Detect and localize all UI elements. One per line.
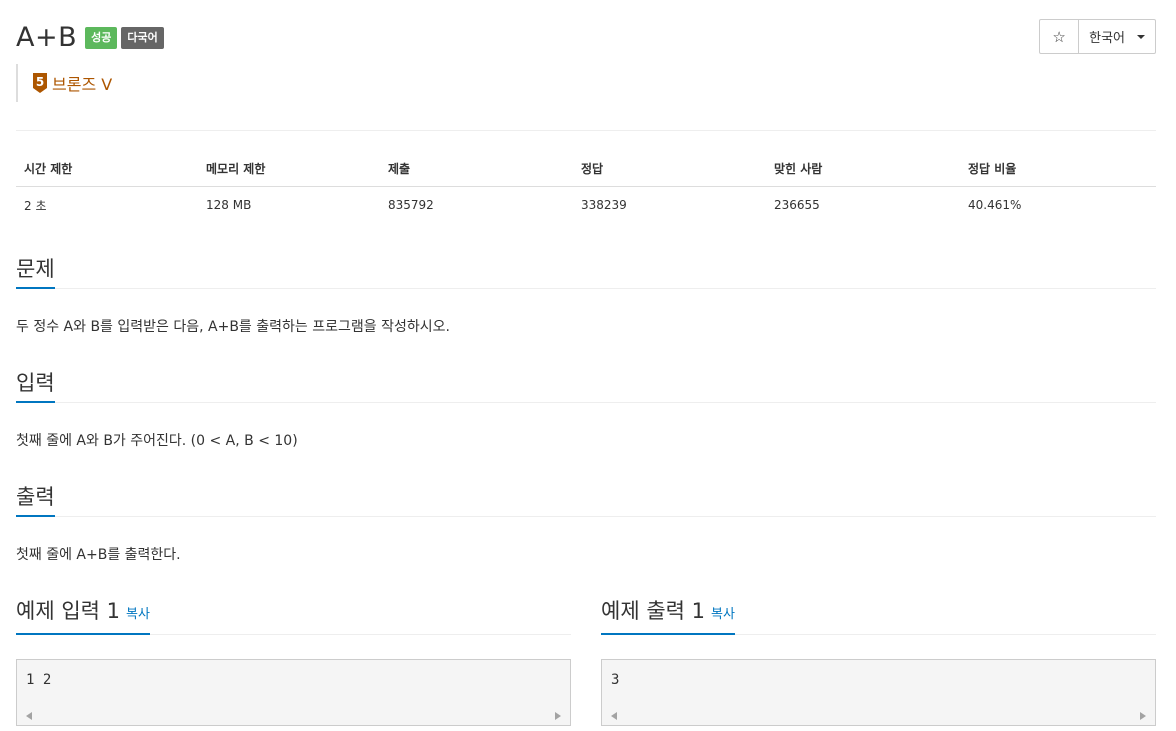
- section-divider: [16, 402, 1156, 403]
- sample-output-value: 3: [611, 672, 620, 688]
- bronze-tier-icon: 5: [33, 73, 47, 93]
- scroll-right-icon[interactable]: [555, 712, 561, 720]
- submissions-header: 제출: [380, 150, 573, 187]
- sample-input-title: 예제 입력 1: [16, 599, 120, 623]
- tier-number: 5: [36, 75, 44, 89]
- accept-ratio-header: 정답 비율: [960, 150, 1156, 187]
- star-icon: ☆: [1052, 27, 1066, 46]
- sample-output-title: 예제 출력 1: [601, 599, 705, 623]
- copy-input-button[interactable]: 복사: [126, 607, 150, 622]
- input-section: 입력 첫째 줄에 A와 B가 주어진다. (0 < A, B < 10): [16, 368, 1156, 451]
- scroll-left-icon[interactable]: [611, 712, 617, 720]
- problem-header: A+B 성공 다국어: [16, 20, 164, 56]
- sample-input-heading: 예제 입력 1 복사: [16, 596, 150, 635]
- table-header-row: 시간 제한 메모리 제한 제출 정답 맞힌 사람 정답 비율: [16, 150, 1156, 187]
- submissions-value[interactable]: 835792: [380, 187, 573, 224]
- sample-input-box[interactable]: 1 2: [16, 659, 571, 726]
- sample-input-section: 예제 입력 1 복사 1 2: [16, 596, 571, 726]
- scroll-right-icon[interactable]: [1140, 712, 1146, 720]
- solved-users-header: 맞힌 사람: [766, 150, 960, 187]
- output-description-text: 첫째 줄에 A+B를 출력한다.: [16, 547, 181, 563]
- section-divider: [16, 516, 1156, 517]
- input-description-text: 첫째 줄에 A와 B가 주어진다. (0 < A, B < 10): [16, 433, 298, 449]
- horizontal-scrollbar[interactable]: [17, 707, 570, 725]
- accepted-value[interactable]: 338239: [573, 187, 766, 224]
- memory-limit-header: 메모리 제한: [198, 150, 380, 187]
- problem-description-text: 두 정수 A와 B를 입력받은 다음, A+B를 출력하는 프로그램을 작성하시…: [16, 319, 450, 335]
- table-row: 2 초 128 MB 835792 338239 236655 40.461%: [16, 187, 1156, 224]
- problem-description-section: 문제 두 정수 A와 B를 입력받은 다음, A+B를 출력하는 프로그램을 작…: [16, 254, 1156, 337]
- caret-down-icon: [1137, 34, 1145, 39]
- output-section: 출력 첫째 줄에 A+B를 출력한다.: [16, 482, 1156, 565]
- top-button-group: ☆ 한국어: [1039, 19, 1156, 54]
- sample-output-box[interactable]: 3: [601, 659, 1156, 726]
- sample-input-value: 1 2: [26, 672, 52, 688]
- language-dropdown[interactable]: 한국어: [1079, 20, 1155, 53]
- multilang-badge: 다국어: [121, 27, 164, 49]
- language-label: 한국어: [1089, 31, 1125, 46]
- section-divider: [16, 288, 1156, 289]
- copy-output-button[interactable]: 복사: [711, 607, 735, 622]
- sample-output-section: 예제 출력 1 복사 3: [601, 596, 1156, 726]
- output-section-title: 출력: [16, 482, 55, 517]
- header-divider: [16, 130, 1156, 131]
- success-badge: 성공: [85, 27, 118, 49]
- accepted-header: 정답: [573, 150, 766, 187]
- accept-ratio-value: 40.461%: [968, 198, 1022, 212]
- problem-section-title: 문제: [16, 254, 55, 289]
- tier-info: 5 브론즈 V: [16, 64, 112, 102]
- memory-limit-value: 128 MB: [206, 198, 252, 212]
- problem-title: A+B: [16, 22, 78, 53]
- horizontal-scrollbar[interactable]: [602, 707, 1155, 725]
- time-limit-value: 2 초: [24, 198, 47, 213]
- tier-label[interactable]: 브론즈 V: [52, 71, 112, 95]
- scroll-left-icon[interactable]: [26, 712, 32, 720]
- problem-info-table: 시간 제한 메모리 제한 제출 정답 맞힌 사람 정답 비율 2 초 128 M…: [16, 150, 1156, 223]
- solved-users-value[interactable]: 236655: [766, 187, 960, 224]
- time-limit-header: 시간 제한: [16, 150, 198, 187]
- problem-page: A+B 성공 다국어 5 브론즈 V ☆ 한국어 시간 제한 메모리 제한 제출…: [0, 0, 1176, 731]
- input-section-title: 입력: [16, 368, 55, 403]
- favorite-button[interactable]: ☆: [1040, 20, 1080, 53]
- sample-output-heading: 예제 출력 1 복사: [601, 596, 735, 635]
